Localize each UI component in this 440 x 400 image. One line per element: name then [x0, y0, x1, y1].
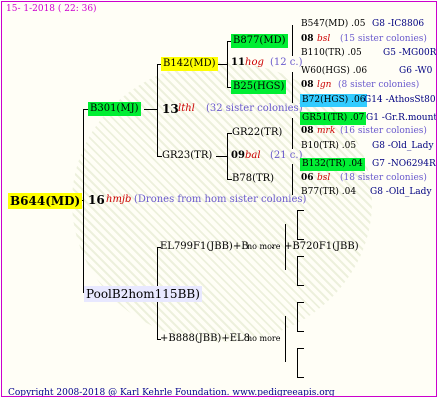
queen-gr23[interactable]: GR23(TR) [162, 151, 212, 161]
ref-oldlady-2: G8 -Old_Lady [370, 187, 432, 197]
queen-b25[interactable]: B25(HGS) [231, 80, 287, 94]
date-header: 15- 1-2018 ( 22: 36) [6, 4, 97, 14]
queen-b77[interactable]: B77(TR) .04 [301, 188, 356, 197]
b25-drone-note: (8 sister colonies) [338, 80, 420, 90]
connector [292, 72, 293, 103]
gr22-drone-number: 08 [301, 126, 314, 136]
connector [292, 118, 293, 149]
empty-slot [297, 348, 304, 378]
queen-b110[interactable]: B110(TR) .05 [301, 49, 362, 58]
ref-athos: G14 -AthosSt80R [364, 95, 437, 105]
sire-drone-note: (32 sister colonies) [206, 103, 303, 114]
ref-mg00r: G5 -MG00R [383, 48, 437, 58]
queen-gr51[interactable]: GR51(TR) .07 [300, 112, 367, 125]
root-drone-number: 16 [88, 193, 105, 207]
b877-drone-note: (15 sister colonies) [340, 34, 427, 44]
queen-b547[interactable]: B547(MD) .05 [301, 20, 365, 29]
queen-b301[interactable]: B301(MJ) [88, 102, 141, 116]
queen-gr22[interactable]: GR22(TR) [232, 128, 282, 138]
gr22-drone-note: (16 sister colonies) [340, 126, 427, 136]
connector [227, 41, 228, 87]
b142-drone-note: (12 c.) [270, 57, 303, 68]
no-more-note-2: no more [247, 334, 281, 343]
b25-drone-name: lgn [317, 80, 332, 90]
gr23-drone-name: bal [245, 150, 261, 161]
connector [292, 25, 293, 56]
queen-b720[interactable]: +B720F1(JBB) [284, 242, 359, 252]
ref-grmounta: G1 -Gr.R.mounta [366, 113, 437, 123]
b78-drone-note: (18 sister colonies) [340, 173, 427, 183]
root-drone-name: hmjb [106, 194, 132, 205]
queen-b877[interactable]: B877(MD) [231, 34, 288, 48]
ref-oldlady-1: G8 -Old_Lady [372, 141, 434, 151]
sire-drone-number: 13 [162, 102, 179, 116]
b877-drone-number: 08 [301, 34, 314, 44]
pedigree-frame: 15- 1-2018 ( 22: 36) B644(MD) 16 hmjb (D… [1, 1, 437, 397]
queen-b78[interactable]: B78(TR) [232, 174, 274, 184]
queen-b888[interactable]: +B888(JBB)+EL8 [160, 334, 250, 344]
copyright-footer: Copyright 2008-2018 @ Karl Kehrle Founda… [8, 388, 335, 397]
ref-no6294r: G7 -NO6294R [372, 159, 436, 169]
ref-w0: G6 -W0 [399, 66, 433, 76]
empty-slot [297, 302, 304, 332]
connector [227, 133, 228, 179]
gr23-drone-note: (21 c.) [270, 150, 303, 161]
queen-b10[interactable]: B10(TR) .05 [301, 142, 356, 151]
ref-ic8806: G8 -IC8806 [372, 19, 425, 29]
connector [83, 109, 84, 292]
connector [144, 109, 158, 110]
b78-drone-name: bsl [317, 173, 331, 183]
queen-b142[interactable]: B142(MD) [161, 57, 218, 71]
b142-drone-number: 11 [231, 57, 245, 68]
queen-b644[interactable]: B644(MD) [8, 193, 83, 209]
queen-b132[interactable]: B132(TR) .04 [300, 158, 365, 171]
connector [285, 316, 286, 362]
queen-poolb2hom[interactable]: PoolB2hom115BB) [84, 286, 202, 302]
gr23-drone-number: 09 [231, 150, 245, 161]
empty-slot [297, 210, 304, 240]
queen-el799[interactable]: EL799F1(JBB)+B [160, 242, 249, 252]
sire-drone-name: lthl [178, 103, 195, 114]
connector [292, 164, 293, 195]
queen-w60[interactable]: W60(HGS) .06 [301, 67, 367, 76]
gr22-drone-name: mrk [317, 126, 336, 136]
no-more-note-1: no more [247, 242, 281, 251]
queen-b72[interactable]: B72(HGS) .06 [300, 94, 368, 107]
b877-drone-name: bsl [317, 34, 331, 44]
root-drone-note: (Drones from hom sister colonies) [134, 194, 307, 205]
empty-slot [297, 256, 304, 286]
b25-drone-number: 08 [301, 80, 314, 90]
connector [157, 64, 158, 156]
b78-drone-number: 06 [301, 173, 314, 183]
b142-drone-name: hog [245, 57, 264, 68]
